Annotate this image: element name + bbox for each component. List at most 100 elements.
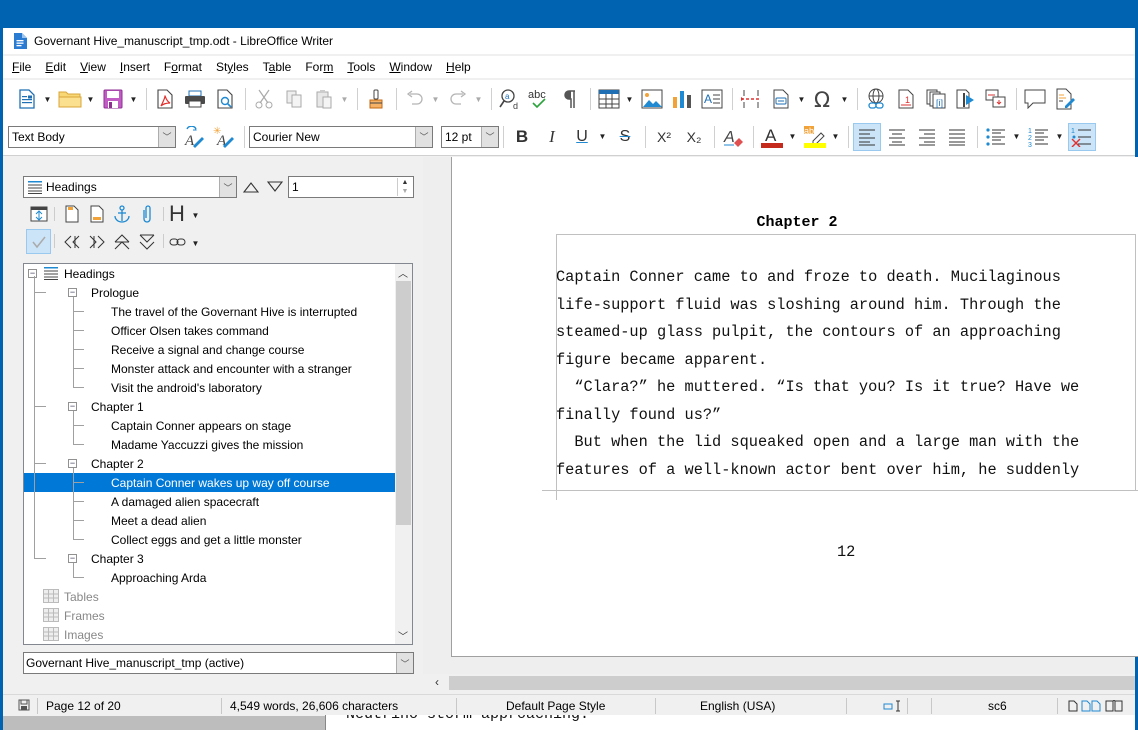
- menu-format[interactable]: Format: [164, 60, 202, 74]
- selection-mode[interactable]: sc6: [988, 699, 1007, 713]
- insert-cross-reference-icon[interactable]: [982, 85, 1010, 113]
- font-color-dropdown-arrow[interactable]: ▼: [788, 132, 797, 141]
- tree-chapter[interactable]: Chapter 1 −: [24, 397, 395, 416]
- new-document-icon[interactable]: [13, 85, 41, 113]
- document-page[interactable]: Chapter 2 Captain Conner came to and fro…: [451, 157, 1138, 657]
- new-dropdown-arrow[interactable]: ▼: [43, 95, 52, 104]
- collapse-icon[interactable]: −: [68, 459, 77, 468]
- insert-field-dropdown-arrow[interactable]: ▼: [797, 95, 806, 104]
- formatting-marks-icon[interactable]: [556, 85, 584, 113]
- menu-form[interactable]: Form: [305, 60, 333, 74]
- navigator-tree[interactable]: Headings − Prologue − The travel of the Gove…: [23, 263, 413, 645]
- font-name-select[interactable]: Courier New ﹀: [249, 125, 433, 148]
- insert-page-break-icon[interactable]: [737, 85, 765, 113]
- insert-comment-icon[interactable]: [1021, 85, 1049, 113]
- tree-heading[interactable]: Officer Olsen takes command: [24, 321, 395, 340]
- open-folder-icon[interactable]: [56, 85, 84, 113]
- superscript-button[interactable]: X²: [650, 123, 678, 151]
- next-heading-icon[interactable]: [267, 181, 283, 193]
- insert-hyperlink-icon[interactable]: [862, 85, 890, 113]
- chevron-down-icon[interactable]: ﹀: [158, 126, 175, 147]
- menu-window[interactable]: Window: [389, 60, 432, 74]
- single-page-view-icon[interactable]: [1068, 700, 1078, 712]
- navigate-by-select[interactable]: Headings ﹀: [23, 176, 237, 198]
- chevron-down-icon[interactable]: ﹀: [219, 177, 236, 197]
- tree-heading[interactable]: A damaged alien spacecraft: [24, 492, 395, 511]
- underline-dropdown-arrow[interactable]: ▼: [598, 132, 607, 141]
- previous-heading-icon[interactable]: [243, 181, 259, 193]
- tree-heading[interactable]: Approaching Arda: [24, 568, 395, 587]
- open-dropdown-arrow[interactable]: ▼: [86, 95, 95, 104]
- collapse-icon[interactable]: −: [68, 554, 77, 563]
- menu-file[interactable]: File: [12, 60, 31, 74]
- ordered-list-dropdown-arrow[interactable]: ▼: [1055, 132, 1064, 141]
- insert-text-box-icon[interactable]: A: [698, 85, 726, 113]
- tree-heading[interactable]: Monster attack and encounter with a stra…: [24, 359, 395, 378]
- tree-heading[interactable]: Collect eggs and get a little monster: [24, 530, 395, 549]
- menu-table[interactable]: Table: [263, 60, 292, 74]
- tree-category[interactable]: Images: [24, 625, 395, 644]
- strikethrough-button[interactable]: S: [611, 123, 639, 151]
- font-size-select[interactable]: 12 pt ﹀: [441, 125, 499, 148]
- insert-mode-icon[interactable]: [883, 700, 903, 712]
- menu-edit[interactable]: Edit: [45, 60, 66, 74]
- bold-button[interactable]: B: [508, 123, 536, 151]
- tree-category[interactable]: Tables: [24, 587, 395, 606]
- language[interactable]: English (USA): [700, 699, 775, 713]
- tree-heading[interactable]: The travel of the Governant Hive is inte…: [24, 302, 395, 321]
- document-select[interactable]: Governant Hive_manuscript_tmp (active) ﹀: [23, 652, 414, 674]
- content-navigation-view-icon[interactable]: [27, 202, 51, 226]
- unordered-list-dropdown-arrow[interactable]: ▼: [1012, 132, 1021, 141]
- scroll-up-icon[interactable]: ︿: [398, 265, 408, 280]
- collapse-icon[interactable]: −: [68, 402, 77, 411]
- undo-dropdown-arrow[interactable]: ▼: [431, 95, 440, 104]
- unordered-list-icon[interactable]: [982, 123, 1010, 151]
- no-list-button[interactable]: 1: [1068, 122, 1096, 151]
- insert-table-dropdown-arrow[interactable]: ▼: [625, 95, 634, 104]
- cut-icon[interactable]: [250, 85, 278, 113]
- scroll-left-icon[interactable]: ‹: [435, 675, 439, 689]
- insert-image-icon[interactable]: [638, 85, 666, 113]
- tree-heading[interactable]: Captain Conner wakes up way off course: [24, 473, 395, 492]
- tree-chapter[interactable]: Prologue −: [24, 283, 395, 302]
- menu-view[interactable]: View: [80, 60, 106, 74]
- insert-footnote-icon[interactable]: 1: [892, 85, 920, 113]
- menu-tools[interactable]: Tools: [347, 60, 375, 74]
- tree-root-headings[interactable]: Headings −: [24, 264, 395, 283]
- page-indicator[interactable]: Page 12 of 20: [46, 699, 121, 713]
- align-right-button[interactable]: [913, 123, 941, 151]
- promote-level-icon[interactable]: [113, 234, 131, 250]
- book-view-icon[interactable]: [1105, 700, 1123, 712]
- insert-table-icon[interactable]: [595, 85, 623, 113]
- heading-level-dropdown-arrow[interactable]: ▼: [191, 211, 200, 220]
- save-dropdown-arrow[interactable]: ▼: [129, 95, 138, 104]
- navigator-scroll-thumb[interactable]: [396, 281, 411, 525]
- insert-field-icon[interactable]: [767, 85, 795, 113]
- document-modified-icon[interactable]: [18, 699, 30, 711]
- insert-endnote-icon[interactable]: [i]: [922, 85, 950, 113]
- demote-chapter-icon[interactable]: [88, 235, 106, 249]
- collapse-icon[interactable]: −: [28, 269, 37, 278]
- align-left-button[interactable]: [853, 122, 881, 151]
- redo-icon[interactable]: [444, 85, 472, 113]
- align-center-button[interactable]: [883, 123, 911, 151]
- clear-formatting-icon[interactable]: A: [719, 123, 747, 151]
- insert-bookmark-icon[interactable]: [952, 85, 980, 113]
- menu-help[interactable]: Help: [446, 60, 471, 74]
- export-pdf-icon[interactable]: [151, 85, 179, 113]
- tree-heading[interactable]: Meet a dead alien: [24, 511, 395, 530]
- subscript-button[interactable]: X₂: [680, 123, 708, 151]
- track-changes-icon[interactable]: [1051, 85, 1079, 113]
- save-icon[interactable]: [99, 85, 127, 113]
- demote-level-icon[interactable]: [138, 234, 156, 250]
- heading-level-icon[interactable]: H: [169, 201, 185, 227]
- anchor-icon[interactable]: [110, 202, 134, 226]
- paragraph-style-select[interactable]: Text Body ﹀: [8, 125, 176, 148]
- find-replace-icon[interactable]: ad: [496, 85, 524, 113]
- header-icon[interactable]: [60, 202, 84, 226]
- promote-chapter-icon[interactable]: [63, 235, 81, 249]
- scroll-down-icon[interactable]: ﹀: [398, 628, 408, 643]
- clone-formatting-icon[interactable]: [362, 85, 390, 113]
- font-color-icon[interactable]: A: [758, 123, 786, 151]
- footer-icon[interactable]: [85, 202, 109, 226]
